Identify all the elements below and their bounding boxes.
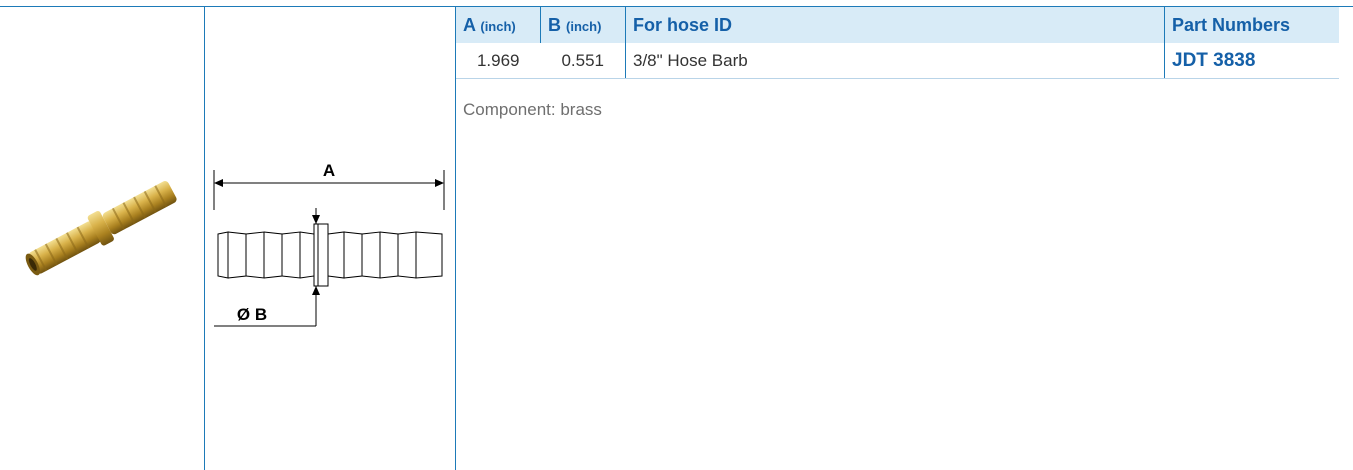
part-number-link[interactable]: JDT 3838 <box>1164 43 1339 79</box>
dimension-label-b: Ø B <box>237 305 267 324</box>
component-note: Component: brass <box>463 100 602 119</box>
header-b-letter: B <box>548 14 561 35</box>
cell-a: 1.969 <box>456 43 541 79</box>
column-divider <box>204 7 205 470</box>
product-photo <box>25 181 177 276</box>
header-b-unit: (inch) <box>566 18 602 34</box>
cell-hose-id: 3/8" Hose Barb <box>625 43 1165 79</box>
header-b: B (inch) <box>540 7 626 43</box>
header-part-numbers: Part Numbers <box>1164 7 1339 43</box>
table-header-row: A (inch) B (inch) For hose ID Part Numbe… <box>456 7 1339 43</box>
table-row: 1.969 0.551 3/8" Hose Barb JDT 3838 <box>456 43 1339 79</box>
header-a: A (inch) <box>456 7 541 43</box>
technical-drawing: A Ø B <box>213 161 445 327</box>
header-a-letter: A <box>463 14 476 35</box>
header-hose-id: For hose ID <box>625 7 1165 43</box>
cell-b: 0.551 <box>540 43 626 79</box>
dimension-label-a: A <box>323 161 335 180</box>
spec-table: A (inch) B (inch) For hose ID Part Numbe… <box>456 7 1339 79</box>
header-a-unit: (inch) <box>480 18 516 34</box>
